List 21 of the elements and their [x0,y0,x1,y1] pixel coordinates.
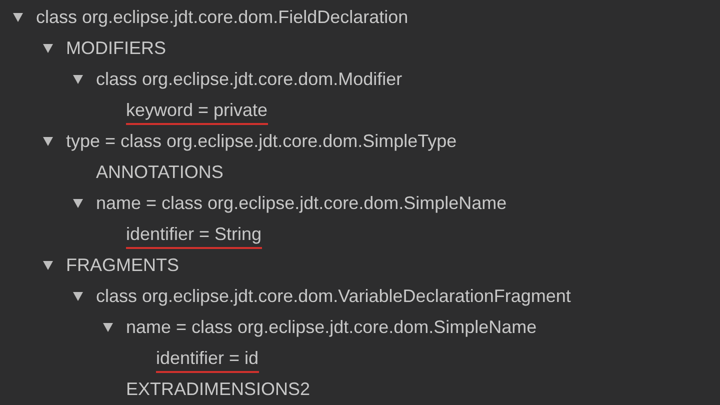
tree-node-label: name = class org.eclipse.jdt.core.dom.SimpleName [96,192,507,212]
disclosure-triangle-icon[interactable] [42,258,54,270]
tree-node-label: class org.eclipse.jdt.core.dom.FieldDeclaration [36,6,408,26]
tree-node-label: keyword = private [126,100,268,124]
tree-node-label: MODIFIERS [66,38,166,58]
tree-node-label: EXTRADIMENSIONS2 [126,378,310,398]
disclosure-triangle-icon[interactable] [72,72,84,84]
tree-node-label: identifier = id [156,348,259,372]
disclosure-triangle-icon[interactable] [72,196,84,208]
disclosure-triangle-icon[interactable] [12,10,24,22]
disclosure-triangle-icon[interactable] [42,134,54,146]
tree-node-label: class org.eclipse.jdt.core.dom.Modifier [96,68,402,88]
tree-node-label: ANNOTATIONS [96,162,224,182]
tree-node-label: class org.eclipse.jdt.core.dom.VariableDeclarationFragment [96,286,571,306]
disclosure-triangle-icon[interactable] [72,290,84,302]
tree-node-label: identifier = String [126,224,262,248]
tree-node-label: type = class org.eclipse.jdt.core.dom.SimpleType [66,130,457,150]
disclosure-triangle-icon[interactable] [42,42,54,54]
tree-node-label: name = class org.eclipse.jdt.core.dom.SimpleName [126,316,537,336]
disclosure-triangle-icon[interactable] [102,320,114,332]
tree-node-label: FRAGMENTS [66,254,180,274]
